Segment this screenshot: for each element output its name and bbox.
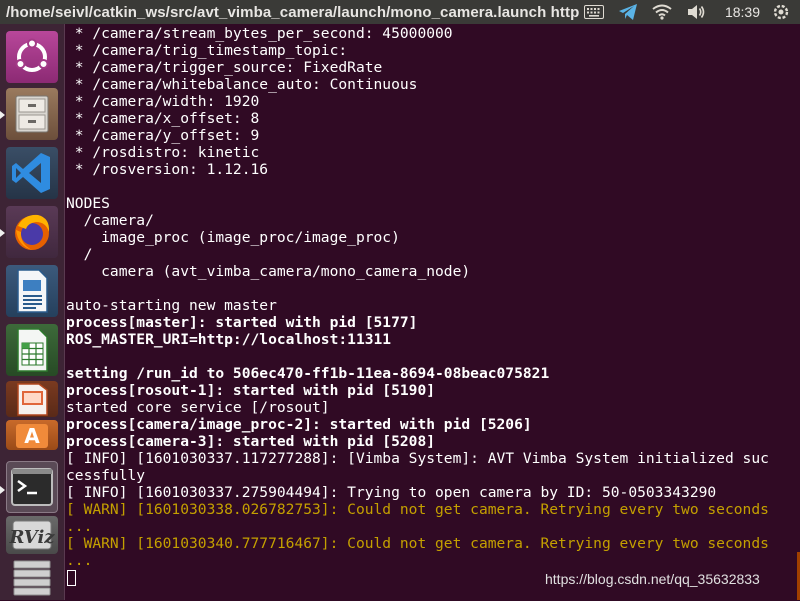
watermark: https://blog.csdn.net/qq_35632833: [545, 571, 760, 587]
volume-icon[interactable]: [685, 3, 707, 21]
window-title: /home/seivl/catkin_ws/src/avt_vimba_came…: [6, 3, 580, 21]
terminal-output[interactable]: * /camera/stream_bytes_per_second: 45000…: [65, 24, 800, 600]
terminal-line: * /camera/trig_timestamp_topic:: [66, 42, 356, 59]
terminal-line: process[camera/image_proc-2]: started wi…: [66, 416, 532, 433]
writer-button[interactable]: [6, 265, 58, 317]
vscode-button[interactable]: [6, 147, 58, 199]
terminal-line: started core service [/rosout]: [66, 399, 330, 416]
libreoffice-impress-icon: [17, 383, 48, 416]
terminal-line: ...: [66, 518, 93, 535]
vscode-icon: [12, 153, 50, 193]
terminal-line: process[camera-3]: started with pid [520…: [66, 433, 436, 450]
calc-button[interactable]: [6, 324, 58, 376]
power-gear-icon[interactable]: [772, 3, 790, 21]
svg-text:A: A: [24, 424, 40, 448]
terminal-line: /camera/: [66, 212, 154, 229]
terminal-line: camera (avt_vimba_camera/mono_camera_nod…: [66, 263, 471, 280]
rviz-icon: RViz: [8, 520, 55, 550]
wifi-icon[interactable]: [651, 3, 673, 21]
firefox-icon: [15, 214, 50, 250]
workspace-stack-icon: [13, 560, 51, 596]
launcher: A RViz: [0, 24, 65, 600]
terminal-line: auto-starting new master: [66, 297, 277, 314]
terminal-line: cessfully: [66, 467, 146, 484]
firefox-button[interactable]: [6, 206, 58, 258]
software-center-icon: A: [16, 424, 48, 448]
terminal-line: * /camera/whitebalance_auto: Continuous: [66, 76, 418, 93]
terminal-line: ROS_MASTER_URI=http://localhost:11311: [66, 331, 392, 348]
terminal-line: * /camera/trigger_source: FixedRate: [66, 59, 383, 76]
terminal-line: process[rosout-1]: started with pid [519…: [66, 382, 436, 399]
file-cabinet-icon: [15, 95, 49, 133]
terminal-line: [ WARN] [1601030340.777716467]: Could no…: [66, 535, 769, 552]
libreoffice-writer-icon: [17, 269, 48, 313]
system-tray: 18:39: [583, 0, 800, 24]
terminal-line: [ INFO] [1601030337.117277288]: [Vimba S…: [66, 450, 769, 467]
terminal-line: image_proc (image_proc/image_proc): [66, 229, 400, 246]
rviz-button[interactable]: RViz: [6, 516, 58, 554]
files-button[interactable]: [6, 88, 58, 140]
text-cursor: [67, 570, 76, 586]
running-indicator: [0, 111, 5, 119]
ubuntu-dash-button[interactable]: [6, 31, 58, 83]
terminal-line: ...: [66, 552, 93, 569]
keyboard-icon[interactable]: [583, 3, 605, 21]
terminal-line: process[master]: started with pid [5177]: [66, 314, 418, 331]
terminal-line: * /rosversion: 1.12.16: [66, 161, 269, 178]
impress-button[interactable]: [6, 381, 58, 417]
terminal-line: * /camera/y_offset: 9: [66, 127, 260, 144]
terminal-line: * /camera/x_offset: 8: [66, 110, 260, 127]
running-indicator: [0, 229, 5, 237]
telegram-icon[interactable]: [617, 3, 639, 21]
terminal-line: [ WARN] [1601030338.026782753]: Could no…: [66, 501, 769, 518]
terminal-line: /: [66, 246, 93, 263]
terminal-line: [ INFO] [1601030337.275904494]: Trying t…: [66, 484, 717, 501]
workspace-button[interactable]: [6, 557, 58, 597]
terminal-line: setting /run_id to 506ec470-ff1b-11ea-86…: [66, 365, 550, 382]
terminal-line: * /camera/stream_bytes_per_second: 45000…: [66, 25, 453, 42]
clock[interactable]: 18:39: [725, 4, 760, 20]
terminal-line: * /camera/width: 1920: [66, 93, 260, 110]
svg-text:RViz: RViz: [8, 527, 55, 548]
terminal-line: NODES: [66, 195, 110, 212]
terminal-icon: [11, 468, 53, 506]
terminal-button[interactable]: [6, 461, 58, 513]
terminal-line: * /rosdistro: kinetic: [66, 144, 260, 161]
software-center-button[interactable]: A: [6, 420, 58, 450]
running-indicator: [0, 486, 5, 494]
ubuntu-dash-icon: [15, 38, 49, 72]
top-panel: /home/seivl/catkin_ws/src/avt_vimba_came…: [0, 0, 800, 24]
libreoffice-calc-icon: [17, 328, 48, 372]
